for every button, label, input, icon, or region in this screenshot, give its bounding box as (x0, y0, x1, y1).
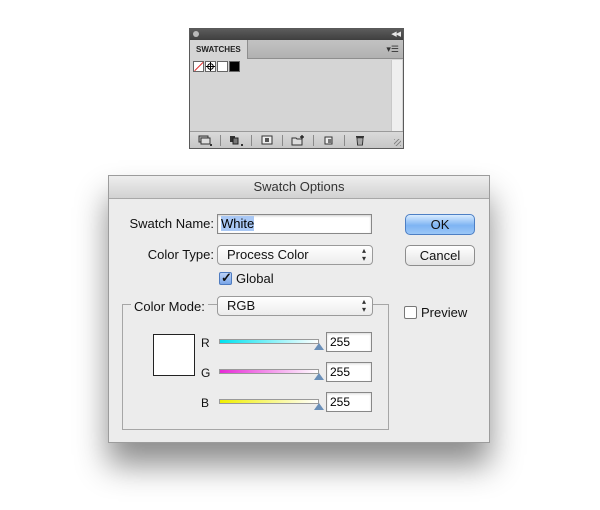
ok-button[interactable]: OK (405, 214, 475, 235)
panel-titlebar[interactable]: ◀◀ (190, 29, 403, 40)
color-type-select[interactable]: Process Color ▴ ▾ (217, 245, 373, 265)
r-slider-track[interactable] (219, 339, 319, 344)
tab-swatches[interactable]: SWATCHES (190, 40, 248, 59)
r-slider-thumb[interactable] (314, 343, 324, 350)
swatch-name-label: Swatch Name: (129, 216, 214, 231)
swatch-none[interactable] (193, 61, 204, 72)
g-value-field[interactable]: 255 (326, 362, 372, 382)
color-preview-swatch (153, 334, 195, 376)
swatch-registration[interactable] (205, 61, 216, 72)
color-mode-select[interactable]: RGB ▴ ▾ (217, 296, 373, 316)
channel-label-r: R (201, 336, 210, 350)
toolbar-divider (282, 134, 283, 146)
color-mode-value: RGB (227, 298, 256, 313)
swatch-options-dialog: Swatch Options Swatch Name: White Color … (108, 175, 490, 443)
updown-arrows-icon: ▴ ▾ (361, 297, 366, 314)
toolbar-divider (313, 134, 314, 146)
collapse-panel-icon[interactable]: ◀◀ (391, 30, 401, 39)
new-swatch-icon[interactable] (320, 134, 338, 146)
b-slider-track[interactable] (219, 399, 319, 404)
global-checkbox[interactable]: ✓ (219, 270, 232, 285)
panel-menu-icon[interactable]: ▾☰ (386, 44, 399, 54)
toolbar-divider (344, 134, 345, 146)
channel-label-b: B (201, 396, 210, 410)
panel-close-button[interactable] (193, 31, 199, 37)
registration-target-icon (206, 62, 215, 71)
b-value-field[interactable]: 255 (326, 392, 372, 412)
show-swatch-kinds-icon[interactable] (227, 134, 245, 146)
swatch-list (193, 61, 241, 73)
checkmark-icon: ✓ (221, 270, 232, 285)
g-slider-track[interactable] (219, 369, 319, 374)
preview-label: Preview (421, 305, 468, 320)
color-mode-label: Color Mode: (131, 299, 208, 314)
resize-grip[interactable] (394, 139, 401, 146)
swatch-libraries-menu-icon[interactable] (196, 134, 214, 146)
r-value-field[interactable]: 255 (326, 332, 372, 352)
color-type-value: Process Color (227, 247, 309, 262)
swatch-name-value: White (221, 216, 255, 231)
b-slider-thumb[interactable] (314, 403, 324, 410)
swatch-options-icon[interactable] (258, 134, 276, 146)
panel-tab-row: SWATCHES ▾☰ (190, 40, 403, 59)
toolbar-divider (251, 134, 252, 146)
g-slider-thumb[interactable] (314, 373, 324, 380)
new-color-group-icon[interactable] (289, 134, 307, 146)
swatches-panel: ◀◀ SWATCHES ▾☰ (189, 28, 404, 149)
swatch-white[interactable] (217, 61, 228, 72)
swatch-name-field[interactable]: White (217, 214, 372, 234)
global-label: Global (236, 271, 274, 286)
toolbar-divider (220, 134, 221, 146)
delete-swatch-icon[interactable] (351, 134, 369, 146)
panel-bottom-toolbar (190, 131, 403, 148)
dialog-title[interactable]: Swatch Options (109, 176, 489, 199)
panel-scrollbar[interactable] (391, 60, 402, 132)
swatch-black[interactable] (229, 61, 240, 72)
updown-arrows-icon: ▴ ▾ (361, 246, 366, 263)
color-type-label: Color Type: (147, 247, 214, 262)
cancel-button[interactable]: Cancel (405, 245, 475, 266)
channel-label-g: G (201, 366, 211, 380)
preview-checkbox[interactable] (404, 306, 417, 319)
